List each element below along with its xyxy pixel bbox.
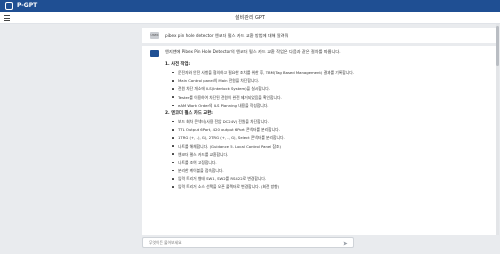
chat-scrollbar[interactable]	[496, 24, 499, 235]
section-title: 1. 사전 작업:	[165, 62, 191, 67]
section-list: 운전자와 안전 사항을 협의하고 필요한 조치를 위한 후, TBM(Tag B…	[171, 70, 485, 108]
user-message-text: pibex pin hole detector 엔코더 펄스 카드 교환 방법에…	[165, 32, 289, 38]
list-item: TTL Output 6Port, 420 output 6Port 콘넥터를 …	[171, 127, 485, 132]
section-list: 보드 회차 콘넥터(사용 전압 DC24V) 전원을 차단합니다. TTL Ou…	[171, 119, 485, 189]
list-item: 1TRG (+, -), G), 2TRG (+, -, G), Select …	[171, 135, 485, 140]
assistant-message: 엔지밴에 Pibex Pin Hole Detector의 엔코더 펄스 카드 …	[142, 46, 496, 235]
input-bar	[0, 235, 500, 254]
page-title: 설비관리 GPT	[235, 15, 265, 21]
chat-input-box	[142, 237, 354, 248]
chat-area: USER pibex pin hole detector 엔코더 펄스 카드 교…	[0, 24, 500, 235]
send-icon[interactable]	[343, 241, 348, 246]
list-item: 입력 트리거 형태 SW1, SW2를 RS422로 변경합니다.	[171, 176, 485, 181]
list-item: 나트를 조여 고정합니다.	[171, 160, 485, 165]
list-item: 전원 차단 개소에 ILS(Interlock System)을 실시합니다.	[171, 86, 485, 91]
list-item: Tester를 이용하여 차단된 전원이 완전 제거되었음을 확인합니다.	[171, 95, 485, 100]
chat-input[interactable]	[149, 240, 329, 245]
assistant-message-body: 엔지밴에 Pibex Pin Hole Detector의 엔코더 펄스 카드 …	[165, 49, 485, 193]
app-titlebar: P-GPT	[0, 0, 500, 12]
user-message: USER pibex pin hole detector 엔코더 펄스 카드 교…	[142, 28, 496, 43]
section-title: 2. 엔코더 펄스 카드 교환:	[165, 110, 213, 116]
list-item: 보드 회차 콘넥터(사용 전압 DC24V) 전원을 차단합니다.	[171, 119, 485, 124]
list-item: Main Control panel의 Main 전원을 차단합니다.	[171, 78, 485, 83]
scrollbar-thumb[interactable]	[496, 26, 499, 66]
list-item: 운전자와 안전 사항을 협의하고 필요한 조치를 위한 후, TBM(Tag B…	[171, 70, 485, 75]
assistant-avatar-icon	[150, 50, 159, 57]
list-item: 나트를 해체합니다. (Guidance 5. Local Control Pa…	[171, 144, 485, 149]
list-item: 엔코더 펄스 카드를 교환합니다.	[171, 152, 485, 157]
user-avatar: USER	[150, 32, 159, 39]
list-item: 분리한 케이블을 접속합니다.	[171, 168, 485, 173]
answer-intro: 엔지밴에 Pibex Pin Hole Detector의 엔코더 펄스 카드 …	[165, 49, 341, 54]
page-header: 설비관리 GPT	[0, 12, 500, 24]
list-item: 입력 트리거 소스 선택을 오픈 콜렉터로 변경합니다. (회전 방향)	[171, 184, 485, 189]
list-item: eAM Work Order의 ILS Planning 내용을 작성합니다.	[171, 103, 485, 108]
app-title: P-GPT	[17, 2, 38, 9]
app-logo-icon	[5, 2, 13, 10]
hamburger-menu-icon[interactable]	[4, 15, 10, 21]
